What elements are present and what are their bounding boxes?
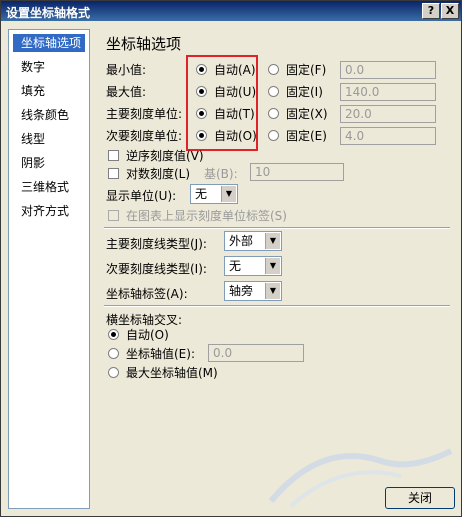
nav-item-line-style[interactable]: 线型 (13, 130, 87, 148)
min-fixed-label: 固定(F) (286, 63, 327, 77)
minor-unit-label: 次要刻度单位: (106, 129, 183, 143)
log-base-input[interactable]: 10 (250, 163, 344, 181)
cross-auto-radio[interactable] (108, 329, 119, 340)
divider (104, 305, 450, 307)
nav-item-number[interactable]: 数字 (13, 58, 87, 76)
format-axis-dialog: 设置坐标轴格式 ? X 坐标轴选项 数字 填充 线条颜色 线型 阴影 三维格式 … (0, 0, 462, 517)
display-units-select[interactable]: 无 ▼ (190, 184, 238, 204)
chevron-down-icon: ▼ (221, 186, 236, 202)
log-scale-checkbox[interactable] (108, 168, 119, 179)
divider (104, 227, 450, 229)
display-units-value: 无 (195, 187, 208, 201)
minor-unit-input[interactable]: 4.0 (340, 127, 436, 145)
chevron-down-icon: ▼ (265, 258, 280, 274)
max-fixed-label: 固定(I) (286, 85, 323, 99)
min-value-label: 最小值: (106, 63, 147, 77)
title-bar: 设置坐标轴格式 ? X (1, 1, 461, 21)
axis-labels-label: 坐标轴标签(A): (106, 287, 188, 301)
cross-value-label: 坐标轴值(E): (126, 347, 195, 361)
max-value-input[interactable]: 140.0 (340, 83, 436, 101)
minor-tick-label: 次要刻度线类型(I): (106, 262, 207, 276)
max-value-label: 最大值: (106, 85, 147, 99)
minor-tick-value: 无 (229, 259, 242, 273)
major-tick-value: 外部 (229, 234, 254, 248)
panel-heading: 坐标轴选项 (106, 35, 182, 53)
minor-fixed-label: 固定(E) (286, 129, 327, 143)
auto-highlight-box (186, 55, 258, 151)
display-units-label: 显示单位(U): (106, 189, 177, 203)
nav-item-fill[interactable]: 填充 (13, 82, 87, 100)
major-unit-input[interactable]: 20.0 (340, 105, 436, 123)
min-value-input[interactable]: 0.0 (340, 61, 436, 79)
nav-item-3d-format[interactable]: 三维格式 (13, 178, 87, 196)
close-button[interactable]: 关闭 (385, 487, 455, 509)
minor-fixed-radio[interactable] (268, 130, 279, 141)
cross-max-radio[interactable] (108, 367, 119, 378)
nav-item-alignment[interactable]: 对齐方式 (13, 202, 87, 220)
dialog-title: 设置坐标轴格式 (6, 6, 91, 20)
nav-item-line-color[interactable]: 线条颜色 (13, 106, 87, 124)
log-base-label: 基(B): (204, 167, 238, 181)
nav-item-shadow[interactable]: 阴影 (13, 154, 87, 172)
cross-value-input[interactable]: 0.0 (208, 344, 304, 362)
axis-labels-select[interactable]: 轴旁 ▼ (224, 281, 282, 301)
reverse-values-checkbox[interactable] (108, 150, 119, 161)
close-window-button[interactable]: X (441, 3, 459, 19)
axis-labels-value: 轴旁 (229, 284, 254, 298)
max-fixed-radio[interactable] (268, 86, 279, 97)
help-button[interactable]: ? (422, 3, 440, 19)
chevron-down-icon: ▼ (265, 233, 280, 249)
reverse-values-label: 逆序刻度值(V) (126, 149, 204, 163)
major-tick-label: 主要刻度线类型(J): (106, 237, 207, 251)
cross-auto-label: 自动(O) (126, 328, 169, 342)
major-tick-select[interactable]: 外部 ▼ (224, 231, 282, 251)
major-fixed-radio[interactable] (268, 108, 279, 119)
nav-item-axis-options[interactable]: 坐标轴选项 (13, 34, 85, 52)
cross-value-radio[interactable] (108, 348, 119, 359)
major-unit-label: 主要刻度单位: (106, 107, 183, 121)
chevron-down-icon: ▼ (265, 283, 280, 299)
minor-tick-select[interactable]: 无 ▼ (224, 256, 282, 276)
log-scale-label: 对数刻度(L) (126, 167, 191, 181)
major-fixed-label: 固定(X) (286, 107, 328, 121)
cross-max-label: 最大坐标轴值(M) (126, 366, 218, 380)
category-list: 坐标轴选项 数字 填充 线条颜色 线型 阴影 三维格式 对齐方式 (8, 29, 90, 509)
min-fixed-radio[interactable] (268, 64, 279, 75)
show-units-label: 在图表上显示刻度单位标签(S) (126, 209, 287, 223)
show-units-checkbox[interactable] (108, 210, 119, 221)
